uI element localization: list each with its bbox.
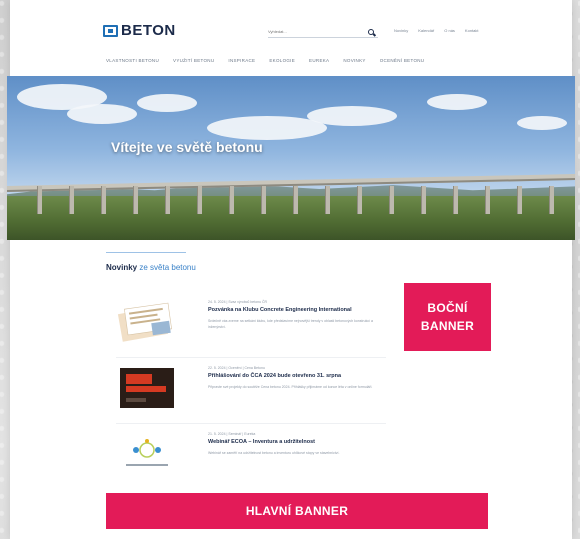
main-banner-label: HLAVNÍ BANNER <box>245 504 349 518</box>
hero-cloud <box>517 116 567 130</box>
website-page: BETON Novinky Kalendář O nás Kontakt Vla… <box>7 0 575 539</box>
search-box[interactable] <box>268 26 378 38</box>
nav-item-awards[interactable]: Ocenění betonu <box>380 58 425 63</box>
top-link-news[interactable]: Novinky <box>394 28 408 33</box>
search-icon[interactable] <box>368 28 374 35</box>
news-meta: 24. 5. 2024 | Svaz výrobců betonu ČR <box>208 300 268 304</box>
news-excerpt: Připravte své projekty do soutěže Cena b… <box>208 385 373 389</box>
news-title-rest: ze světa betonu <box>137 263 196 272</box>
hero-cloud <box>427 94 487 110</box>
news-excerpt: Srdečně vás zveme na setkání klubu, kde … <box>208 319 373 329</box>
nav-item-usage[interactable]: Využití betonu <box>173 58 214 63</box>
site-logo[interactable]: BETON <box>103 22 176 39</box>
news-item[interactable]: 24. 5. 2024 | Svaz výrobců betonu ČR Poz… <box>116 300 386 360</box>
news-title[interactable]: Přihlášování do ČCA 2024 bude otevřeno 3… <box>208 373 398 379</box>
nav-item-inspiration[interactable]: Inspirace <box>228 58 255 63</box>
top-links: Novinky Kalendář O nás Kontakt <box>394 28 479 33</box>
hero-cloud <box>307 106 397 126</box>
news-separator <box>116 423 386 424</box>
bridge-pillar <box>261 186 266 214</box>
bridge-pillar <box>389 186 394 214</box>
side-banner-line1: BOČNÍ <box>427 301 468 315</box>
nav-item-properties[interactable]: Vlastnosti betonu <box>106 58 159 63</box>
top-link-calendar[interactable]: Kalendář <box>418 28 434 33</box>
bridge-pillar <box>165 186 170 214</box>
bridge-pillar <box>421 186 426 214</box>
news-thumbnail-documents <box>116 300 178 344</box>
side-banner-line2: BANNER <box>420 319 475 333</box>
news-meta: 21. 5. 2024 | Seminář | Eureka <box>208 432 256 436</box>
bridge-pillar <box>517 186 522 214</box>
news-body: 22. 5. 2024 | Ocenění | Cena Betonu Přih… <box>208 366 398 390</box>
news-title[interactable]: Pozvánka na Klubu Concrete Engineering I… <box>208 307 398 313</box>
hero-cloud <box>207 116 327 140</box>
hero-cloud <box>67 104 137 124</box>
search-input[interactable] <box>268 29 348 34</box>
nav-item-news[interactable]: Novinky <box>343 58 365 63</box>
side-banner[interactable]: BOČNÍ BANNER <box>404 283 491 351</box>
bridge-pillar <box>69 186 74 214</box>
top-link-contact[interactable]: Kontakt <box>465 28 479 33</box>
bridge-pillar <box>357 186 362 214</box>
bridge-pillar <box>133 186 138 214</box>
bridge-pillar <box>101 186 106 214</box>
bridge-pillar <box>485 186 490 214</box>
bridge-pillar <box>453 186 458 214</box>
news-title-bold: Novinky <box>106 263 138 272</box>
news-title[interactable]: Webinář ECOA – Inventura a udržitelnost <box>208 439 398 445</box>
section-divider <box>106 252 186 253</box>
top-link-about[interactable]: O nás <box>444 28 455 33</box>
hero-banner: Vítejte ve světě betonu <box>7 76 575 240</box>
news-separator <box>116 357 386 358</box>
nav-item-eureka[interactable]: Eureka <box>309 58 329 63</box>
nav-item-ecology[interactable]: Ekologie <box>269 58 295 63</box>
hero-cloud <box>137 94 197 112</box>
bridge-pillar <box>37 186 42 214</box>
logo-text: BETON <box>121 22 176 39</box>
main-banner[interactable]: HLAVNÍ BANNER <box>106 493 488 529</box>
news-body: 24. 5. 2024 | Svaz výrobců betonu ČR Poz… <box>208 300 398 330</box>
main-navigation: Vlastnosti betonu Využití betonu Inspira… <box>106 58 424 63</box>
bridge-pillar <box>549 186 554 214</box>
news-section-title: Novinky ze světa betonu <box>106 263 196 272</box>
news-excerpt: Webinář se zaměří na udržitelnost betonu… <box>208 451 340 455</box>
news-meta: 22. 5. 2024 | Ocenění | Cena Betonu <box>208 366 265 370</box>
news-body: 21. 5. 2024 | Seminář | Eureka Webinář E… <box>208 432 398 456</box>
hero-title: Vítejte ve světě betonu <box>111 139 263 155</box>
news-thumbnail-ecoa <box>116 432 178 476</box>
news-thumbnail-cena-betonu <box>120 368 174 408</box>
bridge-pillar <box>325 186 330 214</box>
logo-mark-icon <box>103 24 118 37</box>
bridge-pillar <box>293 186 298 214</box>
bridge-pillar <box>197 186 202 214</box>
news-item[interactable]: 22. 5. 2024 | Ocenění | Cena Betonu Přih… <box>116 366 386 426</box>
bridge-pillar <box>229 186 234 214</box>
news-item[interactable]: 21. 5. 2024 | Seminář | Eureka Webinář E… <box>116 432 386 492</box>
site-header: BETON Novinky Kalendář O nás Kontakt Vla… <box>10 0 572 76</box>
